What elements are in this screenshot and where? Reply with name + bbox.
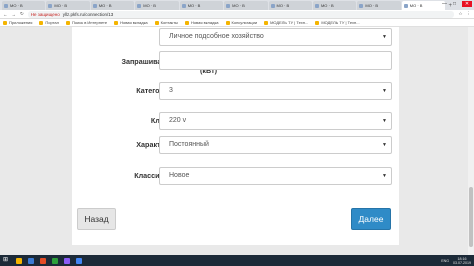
object-type-select[interactable]: Личное подсобное хозяйство ▼: [159, 28, 392, 46]
apps-icon: [3, 20, 7, 25]
tab-label: МО · В: [365, 3, 379, 8]
url-text: yllz.pkfs.ru/connection/13: [62, 11, 114, 17]
tab-label: МО · В: [98, 3, 112, 8]
forward-arrow-icon[interactable]: →: [12, 12, 17, 17]
browser-tab[interactable]: МО · В: [268, 1, 312, 10]
close-icon[interactable]: ✕: [462, 1, 472, 7]
not-secure-label[interactable]: Не защищено: [31, 12, 60, 17]
select-value: 220 v: [169, 117, 187, 124]
bookmark-item[interactable]: Новая вкладка: [114, 20, 148, 25]
browser-tab[interactable]: МО · В: [224, 1, 268, 10]
power-input[interactable]: [159, 51, 392, 70]
bookmark-item[interactable]: Поиск в Интернете: [66, 20, 107, 25]
browser-tab[interactable]: МО · В: [179, 1, 224, 10]
bookmark-item[interactable]: МОДЕЛЬ ТУ | Техн...: [264, 20, 308, 25]
classification-select[interactable]: Новое ▼: [159, 167, 392, 185]
favicon-icon: [92, 3, 97, 8]
chevron-down-icon: ▼: [382, 142, 387, 148]
bookmark-icon: [315, 20, 320, 25]
favicon-icon: [137, 3, 142, 8]
tab-label: МО · В: [54, 3, 68, 8]
select-value: 3: [169, 87, 173, 94]
voltage-select[interactable]: 220 v ▼: [159, 112, 392, 130]
bookmark-icon: [39, 20, 44, 25]
taskbar-app-icon[interactable]: [28, 257, 34, 264]
chevron-down-icon: ▼: [382, 173, 387, 179]
bookmark-item[interactable]: Новая вкладка: [184, 20, 219, 25]
bookmark-item[interactable]: Консультации: [225, 20, 257, 25]
tab-label: МО · В: [232, 3, 245, 8]
windows-start-icon[interactable]: ⊞: [3, 257, 10, 264]
bookmark-icon: [264, 20, 269, 25]
bookmark-item[interactable]: Портал: [39, 20, 59, 25]
bookmark-icon: [184, 20, 189, 25]
bookmark-item[interactable]: Приложения: [3, 20, 32, 25]
window-controls: — □ ✕: [442, 1, 472, 7]
taskbar-app-icon[interactable]: [16, 257, 22, 264]
page-content: Тип объекта Личное подсобное хозяйство ▼…: [0, 27, 474, 255]
browser-tab[interactable]: МО · В: [46, 1, 90, 10]
address-bar: ← → ↻ Не защищено yllz.pkfs.ru/connectio…: [0, 10, 474, 19]
select-value: Новое: [169, 172, 190, 179]
form-card: Тип объекта Личное подсобное хозяйство ▼…: [72, 27, 399, 245]
favicon-icon: [181, 3, 186, 8]
maximize-icon[interactable]: □: [453, 1, 456, 7]
reload-icon[interactable]: ↻: [20, 11, 24, 17]
browser-tab[interactable]: МО · В: [90, 1, 135, 10]
tab-label: МО · В: [187, 3, 201, 8]
language-indicator[interactable]: ENG: [441, 259, 449, 263]
tab-label: МО · В: [276, 3, 290, 8]
url-field[interactable]: Не защищено yllz.pkfs.ru/connection/13: [27, 10, 455, 18]
bookmark-icon: [225, 20, 230, 25]
taskbar-app-icon[interactable]: [52, 257, 58, 264]
star-icon[interactable]: ☆: [458, 11, 462, 17]
bookmark-item[interactable]: Контакты: [154, 20, 178, 25]
taskbar-app-icon[interactable]: [64, 257, 70, 264]
clock[interactable]: 18:16 03.07.2019: [453, 257, 471, 265]
taskbar: ⊞ ENG 18:16 03.07.2019: [0, 255, 474, 266]
chevron-down-icon: ▼: [382, 118, 387, 124]
favicon-icon: [226, 3, 231, 8]
consumption-select[interactable]: Постоянный ▼: [159, 136, 392, 154]
bookmark-item[interactable]: МОДЕЛЬ ТУ | Техн...: [315, 20, 360, 25]
taskbar-app-icon[interactable]: [76, 257, 82, 264]
browser-tab-active[interactable]: МО · В: [401, 1, 446, 10]
bookmark-icon: [114, 20, 119, 25]
tab-label: МО · В: [10, 3, 23, 8]
menu-icon[interactable]: ⋮: [467, 11, 472, 17]
clock-date: 03.07.2019: [453, 260, 471, 265]
minimize-icon[interactable]: —: [442, 1, 447, 7]
select-value: Постоянный: [169, 141, 209, 148]
bookmark-icon: [66, 20, 70, 25]
favicon-icon: [314, 3, 319, 8]
favicon-icon: [403, 3, 408, 8]
favicon-icon: [359, 3, 364, 8]
favicon-icon: [48, 3, 53, 8]
reliability-select[interactable]: 3 ▼: [159, 82, 392, 100]
browser-tab[interactable]: МО · В: [357, 1, 401, 10]
favicon-icon: [270, 3, 275, 8]
tab-label: МО · В: [320, 3, 334, 8]
favicon-icon: [4, 3, 8, 8]
tab-strip: МО · В МО · В МО · В МО · В МО · В МО · …: [0, 0, 474, 10]
system-tray: ENG 18:16 03.07.2019: [441, 257, 471, 265]
bookmark-icon: [154, 20, 159, 25]
select-value: Личное подсобное хозяйство: [169, 33, 264, 40]
bookmarks-bar: Приложения Портал Поиск в Интернете Нова…: [0, 19, 474, 27]
scrollbar-thumb[interactable]: [469, 187, 473, 247]
browser-tab[interactable]: МО · В: [135, 1, 179, 10]
chevron-down-icon: ▼: [382, 34, 387, 40]
next-button[interactable]: Далее: [351, 208, 391, 230]
back-button[interactable]: Назад: [77, 208, 116, 230]
tab-label: МО · В: [143, 3, 156, 8]
browser-tab[interactable]: МО · В: [312, 1, 357, 10]
back-arrow-icon[interactable]: ←: [3, 12, 8, 17]
page-scrollbar[interactable]: [468, 27, 474, 255]
taskbar-app-icon[interactable]: [40, 257, 46, 264]
browser-tab[interactable]: МО · В: [2, 1, 46, 10]
tab-label: МО · В: [409, 3, 423, 8]
chevron-down-icon: ▼: [382, 88, 387, 94]
